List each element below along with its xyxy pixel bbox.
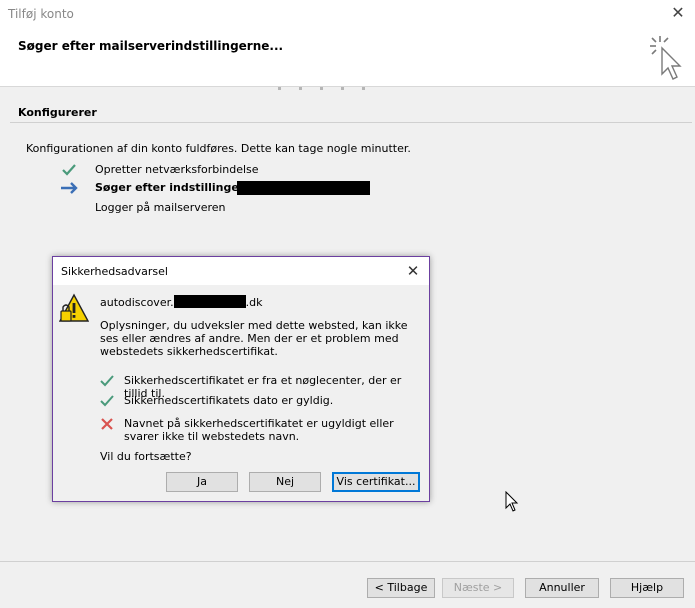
security-warning-dialog: Sikkerhedsadvarsel ✕ autodiscover. .dk Op…	[52, 256, 430, 502]
section-divider	[10, 122, 692, 123]
check-icon	[100, 395, 114, 407]
host-suffix: .dk	[245, 296, 263, 309]
footer-divider	[0, 561, 695, 562]
window-close-icon[interactable]: ✕	[669, 4, 687, 22]
dialog-host: autodiscover. .dk	[100, 295, 262, 309]
check-icon	[100, 375, 114, 387]
dialog-title: Sikkerhedsadvarsel	[61, 265, 168, 278]
x-icon	[101, 418, 113, 430]
check-label: Sikkerhedscertifikatets dato er gyldig.	[124, 394, 334, 407]
redacted-email	[237, 181, 370, 195]
mouse-pointer-icon	[505, 491, 519, 512]
warning-lock-icon	[59, 293, 89, 322]
window-title: Tilføj konto	[8, 7, 74, 21]
host-prefix: autodiscover.	[100, 296, 174, 309]
cancel-button[interactable]: Annuller	[525, 578, 599, 598]
intro-text: Konfigurationen af din konto fuldføres. …	[26, 142, 411, 155]
wizard-header: Søger efter mailserverindstillingerne...	[0, 28, 695, 87]
help-button[interactable]: Hjælp	[610, 578, 684, 598]
check-label: Navnet på sikkerhedscertifikatet er ugyl…	[124, 417, 394, 443]
busy-cursor-icon	[650, 36, 682, 80]
progress-dots	[278, 87, 383, 100]
arrow-right-icon	[61, 182, 78, 194]
redacted-domain	[173, 295, 246, 308]
step-label: Opretter netværksforbindelse	[95, 163, 259, 176]
view-certificate-button[interactable]: Vis certifikat...	[332, 472, 420, 492]
dialog-question: Vil du fortsætte?	[100, 450, 192, 463]
dialog-titlebar: Sikkerhedsadvarsel ✕	[53, 257, 429, 285]
dialog-body: autodiscover. .dk Oplysninger, du udveksl…	[53, 285, 429, 501]
no-button[interactable]: Nej	[249, 472, 321, 492]
step-label: Logger på mailserveren	[95, 201, 226, 214]
yes-button[interactable]: Ja	[166, 472, 238, 492]
dialog-close-icon[interactable]: ✕	[403, 261, 423, 281]
header-title: Søger efter mailserverindstillingerne...	[18, 39, 284, 53]
dialog-description: Oplysninger, du udveksler med dette webs…	[100, 319, 408, 358]
back-button[interactable]: < Tilbage	[367, 578, 435, 598]
next-button[interactable]: Næste >	[442, 578, 514, 598]
check-icon	[62, 164, 76, 176]
window-titlebar: Tilføj konto ✕	[0, 0, 695, 28]
section-title: Konfigurerer	[18, 106, 97, 119]
